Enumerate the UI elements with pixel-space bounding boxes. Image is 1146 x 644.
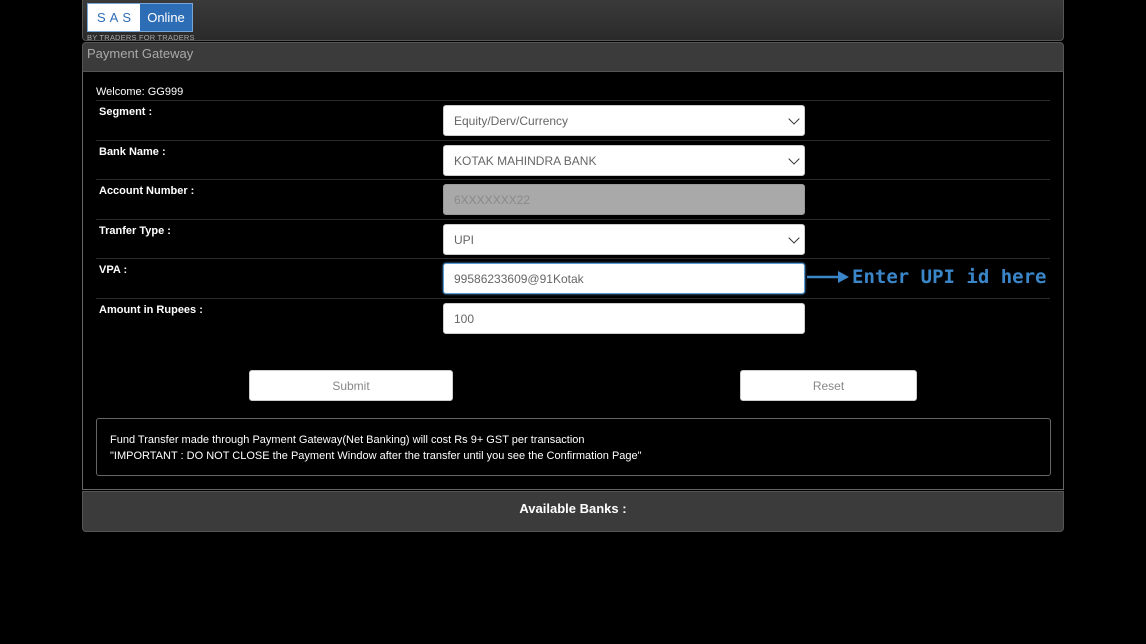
notice-line-2: "IMPORTANT : DO NOT CLOSE the Payment Wi…	[110, 450, 642, 462]
amount-row: Amount in Rupees : 100	[96, 298, 1050, 337]
transfer-type-select[interactable]: UPI	[443, 224, 805, 255]
notice-line-1: Fund Transfer made through Payment Gatew…	[110, 434, 585, 446]
bank-name-select[interactable]: KOTAK MAHINDRA BANK	[443, 145, 805, 176]
segment-value: Equity/Derv/Currency	[454, 113, 569, 128]
logo-tagline: BY TRADERS FOR TRADERS	[87, 33, 195, 42]
annotation-text: Enter UPI id here	[852, 266, 1047, 288]
fee-notice: Fund Transfer made through Payment Gatew…	[96, 418, 1051, 476]
account-number-label: Account Number :	[99, 185, 195, 197]
welcome-text: Welcome: GG999	[96, 86, 184, 98]
bank-name-label: Bank Name :	[99, 146, 166, 158]
reset-button[interactable]: Reset	[740, 370, 917, 401]
segment-label: Segment :	[99, 106, 153, 118]
account-number-field: 6XXXXXXX22	[443, 184, 805, 215]
sas-online-logo[interactable]: SAS Online BY TRADERS FOR TRADERS	[87, 3, 195, 42]
amount-label: Amount in Rupees :	[99, 304, 203, 316]
page-title: Payment Gateway	[82, 42, 1064, 72]
amount-input[interactable]: 100	[443, 303, 805, 334]
segment-row: Segment : Equity/Derv/Currency	[96, 100, 1050, 139]
chevron-down-icon	[788, 113, 800, 125]
vpa-value: 99586233609@91Kotak	[454, 271, 584, 286]
amount-value: 100	[454, 311, 475, 326]
account-number-row: Account Number : 6XXXXXXX22	[96, 179, 1050, 218]
logo-online-text: Online	[140, 4, 192, 31]
top-bar: SAS Online BY TRADERS FOR TRADERS	[82, 0, 1064, 42]
logo-sas-text: SAS	[88, 4, 140, 31]
logo-box: SAS Online	[87, 3, 193, 32]
chevron-down-icon	[788, 232, 800, 244]
submit-button[interactable]: Submit	[249, 370, 453, 401]
available-banks-header: Available Banks :	[82, 491, 1064, 532]
transfer-type-label: Tranfer Type :	[99, 225, 171, 237]
segment-select[interactable]: Equity/Derv/Currency	[443, 105, 805, 136]
transfer-type-row: Tranfer Type : UPI	[96, 219, 1050, 258]
vpa-label: VPA :	[99, 264, 128, 276]
chevron-down-icon	[788, 153, 800, 165]
bank-name-row: Bank Name : KOTAK MAHINDRA BANK	[96, 140, 1050, 179]
account-number-value: 6XXXXXXX22	[454, 192, 531, 207]
vpa-input[interactable]: 99586233609@91Kotak	[443, 263, 805, 294]
arrow-right-icon	[807, 271, 849, 283]
bank-name-value: KOTAK MAHINDRA BANK	[454, 153, 597, 168]
transfer-type-value: UPI	[454, 232, 475, 247]
upi-annotation: Enter UPI id here	[806, 262, 1046, 292]
